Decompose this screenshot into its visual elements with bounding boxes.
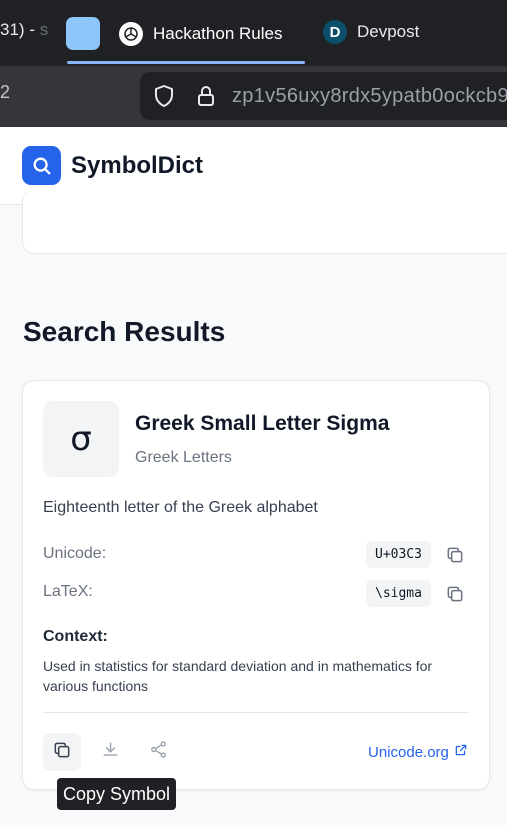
shield-icon[interactable] — [152, 84, 176, 113]
tab-title: Hackathon Rules — [153, 24, 283, 43]
tab-title: Devpost — [357, 22, 420, 41]
unicode-org-link[interactable]: Unicode.org — [368, 743, 468, 761]
download-icon — [101, 740, 120, 764]
copy-symbol-button[interactable] — [43, 733, 81, 771]
partial-tab-label: 31) - — [0, 20, 40, 39]
active-tab-indicator — [67, 61, 305, 64]
partial-tab-fade: s — [39, 20, 49, 39]
partial-tab[interactable]: 31) - s — [0, 20, 48, 40]
symbol-category: Greek Letters — [135, 449, 232, 466]
copy-unicode-icon[interactable] — [445, 545, 465, 565]
search-logo-icon[interactable] — [22, 146, 61, 185]
blank-tab-icon[interactable] — [66, 17, 100, 50]
chatgpt-icon — [119, 22, 143, 46]
address-bar[interactable]: zp1v56uxy8rdx5ypatb0ockcb9 — [140, 72, 507, 120]
unicode-value: U+03C3 — [366, 541, 431, 568]
card-divider — [43, 712, 469, 713]
copy-icon — [52, 740, 72, 765]
nav-button-partial[interactable]: 2 — [0, 82, 10, 103]
context-title: Context: — [43, 628, 108, 645]
unicode-org-link-label: Unicode.org — [368, 743, 449, 761]
latex-value: \sigma — [366, 580, 431, 607]
lock-icon[interactable] — [194, 84, 218, 113]
copy-symbol-tooltip: Copy Symbol — [57, 778, 177, 810]
share-button[interactable] — [139, 733, 177, 771]
latex-label: LaTeX: — [43, 583, 93, 600]
tab-hackathon-rules[interactable]: Hackathon Rules — [112, 14, 305, 54]
external-link-icon — [454, 743, 468, 761]
search-panel-card — [22, 190, 507, 254]
copy-latex-icon[interactable] — [445, 584, 465, 604]
symbol-name: Greek Small Letter Sigma — [135, 412, 390, 435]
context-text: Used in statistics for standard deviatio… — [43, 658, 433, 694]
url-text: zp1v56uxy8rdx5ypatb0ockcb9 — [232, 85, 507, 107]
symbol-result-card: σ Greek Small Letter Sigma Greek Letters… — [22, 380, 490, 790]
search-results-heading: Search Results — [23, 316, 226, 347]
share-icon — [149, 740, 168, 764]
unicode-label: Unicode: — [43, 545, 107, 562]
symbol-description: Eighteenth letter of the Greek alphabet — [43, 499, 318, 516]
devpost-icon: D — [323, 20, 347, 44]
brand-name[interactable]: SymbolDict — [71, 152, 203, 180]
tab-devpost[interactable]: D Devpost — [323, 20, 419, 44]
symbol-glyph: σ — [43, 401, 119, 477]
download-button[interactable] — [91, 733, 129, 771]
browser-tab-bar: 31) - s Hackathon Rules D Devpost — [0, 0, 507, 66]
